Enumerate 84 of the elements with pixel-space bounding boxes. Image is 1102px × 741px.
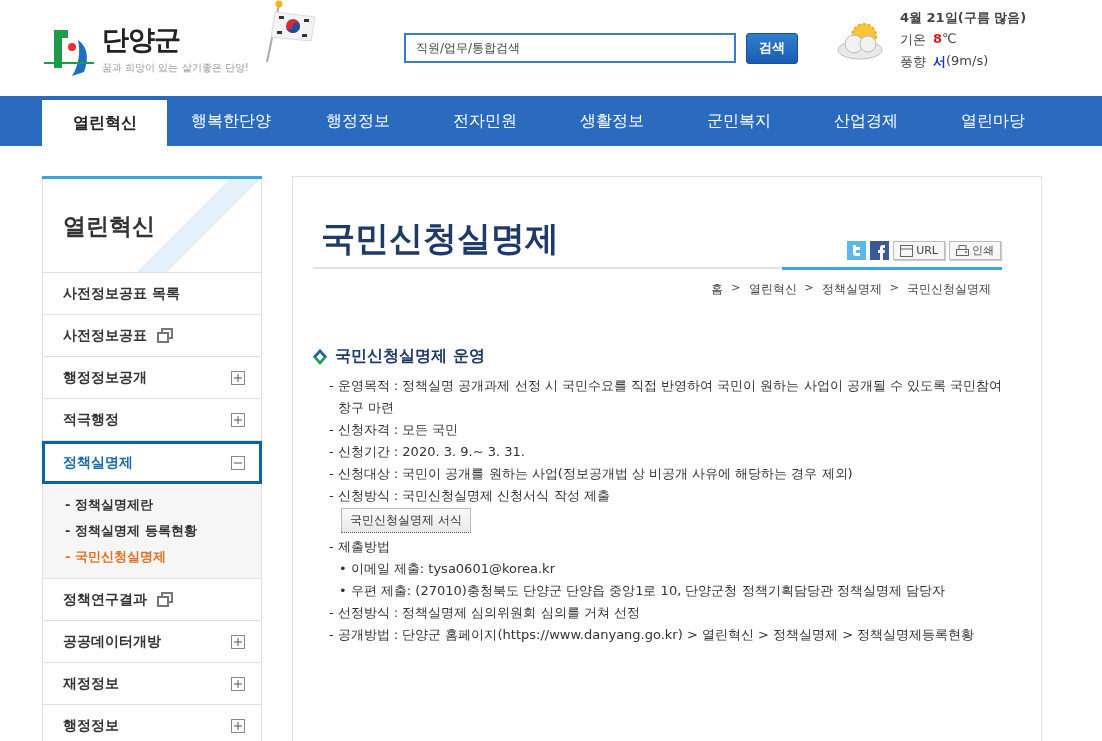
section-title: 국민신청실명제 운영 [335,346,485,367]
sidebar-item[interactable]: 적극행정 [42,399,262,441]
logo-slogan: 꿈과 희망이 있는 살기좋은 단양! [102,60,249,75]
submenu-item[interactable]: - 정책실명제 등록현황 [65,522,241,540]
page-title: 국민신청실명제 [321,217,559,260]
dash-marker: - [329,421,334,439]
info-text: 운영목적 : 정책실명 공개과제 선정 시 국민수요를 직접 반영하여 국민이 원하는 사업이 공개될 수 있도록 국민참여 창구 마련 [337,377,1004,417]
nav-tab[interactable]: 열린혁신 [42,100,167,146]
nav-tab[interactable]: 생활정보 [548,96,675,146]
temperature-value: 8 [933,31,943,48]
expand-icon[interactable] [231,370,245,385]
dash-marker: - [329,443,334,461]
expand-icon[interactable] [231,676,245,691]
sidebar-item-label: 사전정보공표 목록 [63,284,180,303]
breadcrumb-link[interactable]: 국민신청실명제 [907,281,991,298]
expand-icon[interactable] [231,634,245,649]
url-button[interactable]: URL [893,241,945,260]
breadcrumb-link[interactable]: 홈 [711,281,724,298]
nav-tab[interactable]: 열린마당 [929,96,1056,146]
sidebar-item[interactable]: 사전정보공표 목록 [42,273,262,315]
bullet-marker: • [339,582,347,600]
search-button[interactable]: 검색 [746,32,798,64]
search-field[interactable]: 직원/업무/통합검색 [404,33,736,63]
window-icon [900,244,914,257]
sidebar-item[interactable]: 정책연구결과 [42,579,262,621]
sidebar-item[interactable]: 공공데이터개방 [42,621,262,663]
collapse-icon[interactable] [231,455,245,470]
print-button[interactable]: 인쇄 [949,241,1001,260]
temperature-unit: ℃ [942,31,957,48]
weather-date: 4월 21일(구름 많음) [900,9,1027,27]
info-text: 이메일 제출: tysa0601@korea.kr [350,560,555,578]
breadcrumb-link[interactable]: 열린혁신 [748,281,797,298]
logo-title[interactable]: 단양군 [102,21,249,58]
expand-icon[interactable] [231,718,245,733]
dash-marker: - [329,604,334,622]
nav-tab[interactable]: 전자민원 [421,96,548,146]
nav-tab[interactable]: 산업경제 [802,96,929,146]
nav-tab[interactable]: 행정정보 [294,96,421,146]
sidebar-item-label: 행정정보 [63,716,119,735]
dash-marker: - [329,626,334,644]
dash-marker: - [329,538,334,556]
dash-marker: - [329,465,334,483]
sidebar-item-label: 정책실명제 [63,453,133,472]
info-text: 우편 제출: (27010)충청북도 단양군 단양읍 중앙1로 10, 단양군청 정책기획담당관 정책실명제 담당자 [350,582,945,600]
submenu-item[interactable]: - 정책실명제란 [65,496,241,514]
diamond-icon [313,348,327,365]
info-text: 신청대상 : 국민이 공개를 원하는 사업(정보공개법 상 비공개 사유에 해당하는 경우 제외) [337,465,853,483]
sidebar-item-label: 적극행정 [63,410,119,429]
sidebar-title: 열린혁신 [63,212,155,241]
new-window-icon [157,328,173,343]
info-text: 선정방식 : 정책실명제 심의위원회 심의를 거쳐 선정 [337,604,640,622]
expand-icon[interactable] [231,412,245,427]
dash-marker: - [329,487,334,505]
sidebar-item-label: 재정정보 [63,674,119,693]
new-window-icon [157,592,173,607]
info-text: 신청방식 : 국민신청실명제 신청서식 작성 제출 [337,487,610,505]
info-text: 제출방법 [337,538,390,556]
sidebar-item-label: 사전정보공표 [63,326,147,345]
form-download-button[interactable]: 국민신청실명제 서식 [341,508,471,533]
sidebar-item[interactable]: 행정정보 [42,705,262,741]
sidebar-item-label: 정책연구결과 [63,590,147,609]
info-text: 신청기간 : 2020. 3. 9.~ 3. 31. [337,443,525,461]
dash-marker: - [329,377,334,395]
info-text: 신청자격 : 모든 국민 [337,421,459,439]
nav-tab[interactable]: 행복한단양 [167,96,294,146]
sidebar-item-label: 행정정보공개 [63,368,147,387]
sidebar-item[interactable]: 재정정보 [42,663,262,705]
facebook-icon[interactable] [870,241,890,260]
sidebar-item[interactable]: 행정정보공개 [42,357,262,399]
sidebar-item[interactable]: 정책실명제 [42,441,262,484]
wind-speed: (9m/s) [946,53,989,70]
printer-icon [956,244,969,257]
temperature-label: 기온 [900,31,926,49]
breadcrumb-separator: > [889,281,899,296]
wind-direction: 서 [933,53,946,71]
wind-label: 풍향 [900,53,926,71]
sidebar-item-label: 공공데이터개방 [63,632,161,651]
breadcrumb-separator: > [731,281,741,296]
nav-tab[interactable]: 군민복지 [675,96,802,146]
info-text: 공개방법 : 단양군 홈페이지(https://www.danyang.go.kr) > 열린혁신 > 정책실명제 > 정책실명제등록현황 [337,626,975,644]
breadcrumb-separator: > [804,281,814,296]
bullet-marker: • [339,560,347,578]
sidebar-item[interactable]: 사전정보공표 [42,315,262,357]
breadcrumb-link[interactable]: 정책실명제 [821,281,882,298]
